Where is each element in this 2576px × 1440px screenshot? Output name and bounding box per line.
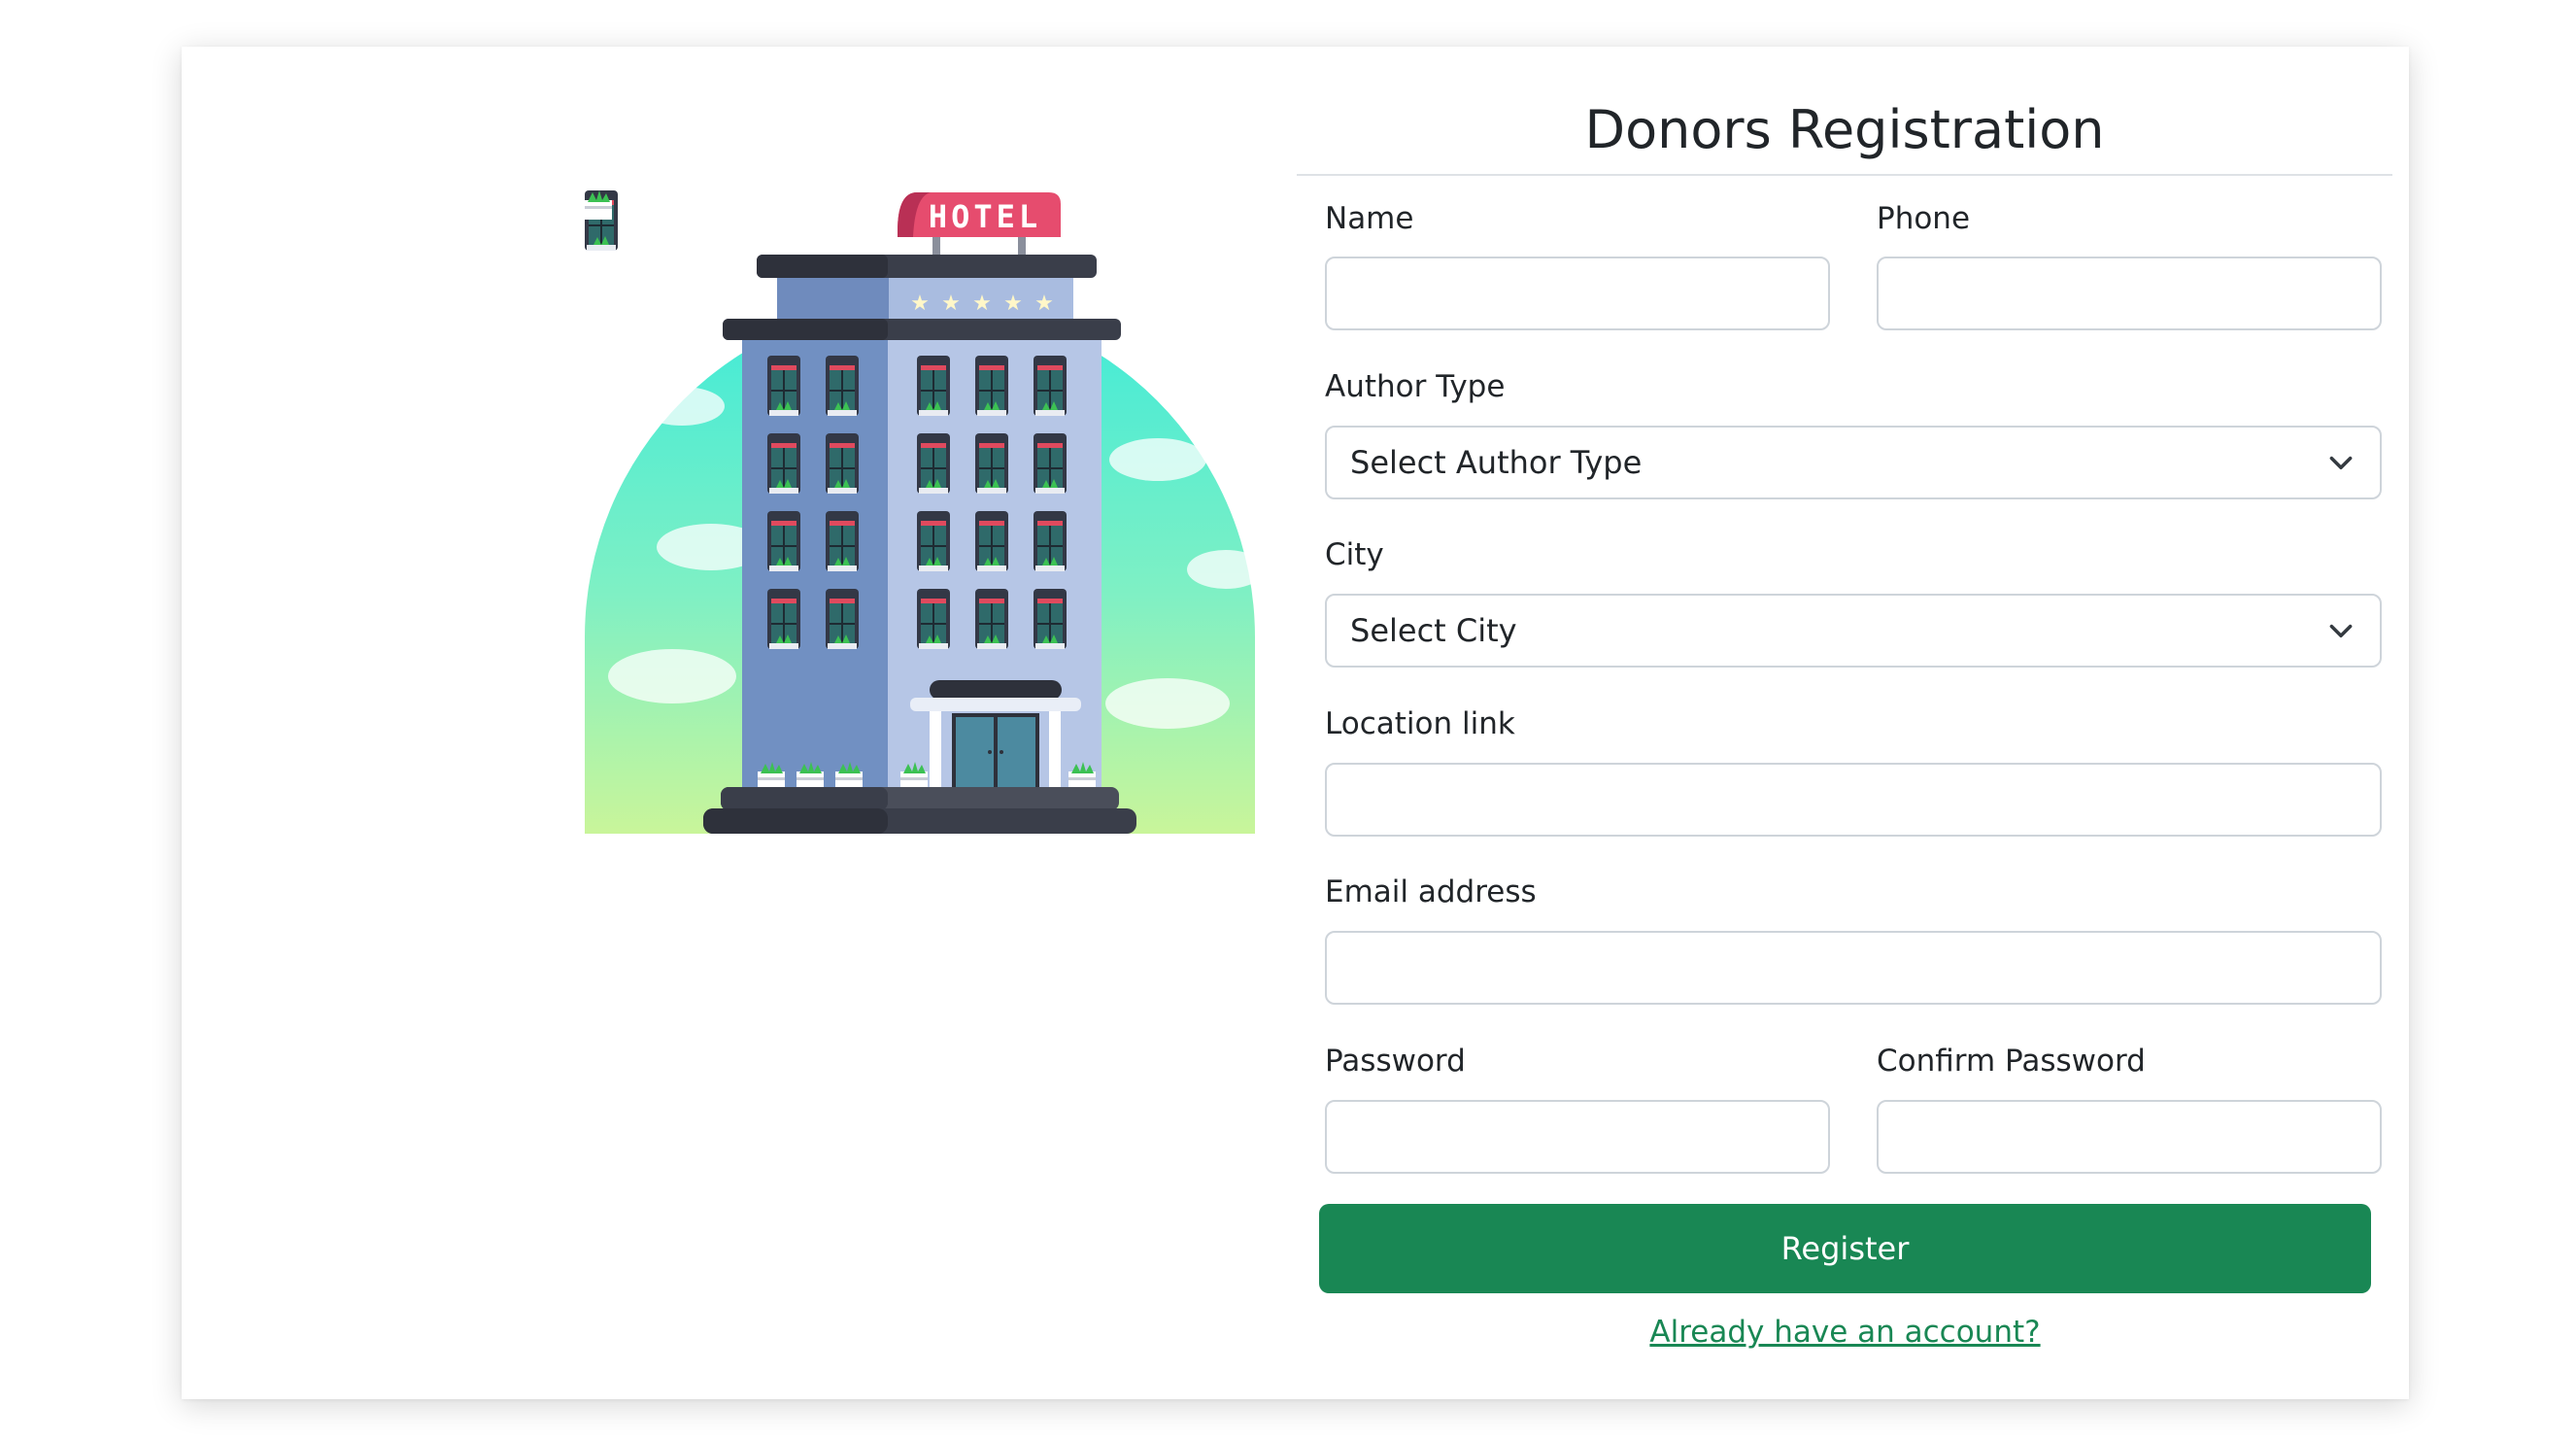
svg-text:★: ★: [910, 291, 930, 316]
name-label: Name: [1325, 201, 1414, 236]
author-type-label: Author Type: [1325, 369, 1506, 404]
email-input[interactable]: [1325, 931, 2382, 1005]
phone-input[interactable]: [1877, 257, 2382, 330]
title-divider: [1297, 174, 2392, 176]
confirm-password-input[interactable]: [1877, 1100, 2382, 1174]
author-type-selected: Select Author Type: [1350, 444, 1643, 481]
page-title: Donors Registration: [1584, 99, 2105, 160]
svg-text:★: ★: [941, 291, 961, 316]
svg-text:★: ★: [1034, 291, 1054, 316]
location-link-label: Location link: [1325, 706, 1515, 741]
city-select[interactable]: Select City: [1325, 594, 2382, 668]
svg-text:★: ★: [972, 291, 992, 316]
svg-text:★: ★: [1003, 291, 1023, 316]
hotel-illustration: HOTEL ★ ★ ★ ★ ★: [585, 190, 1255, 834]
registration-card: HOTEL ★ ★ ★ ★ ★: [182, 47, 2409, 1399]
city-label: City: [1325, 537, 1384, 572]
register-button[interactable]: Register: [1319, 1204, 2371, 1293]
password-label: Password: [1325, 1044, 1466, 1079]
chevron-down-icon: [2327, 617, 2355, 644]
hotel-entrance: [910, 680, 1081, 803]
hotel-sign-text: HOTEL: [929, 198, 1041, 235]
phone-label: Phone: [1877, 201, 1971, 236]
author-type-select[interactable]: Select Author Type: [1325, 426, 2382, 499]
password-input[interactable]: [1325, 1100, 1830, 1174]
name-input[interactable]: [1325, 257, 1830, 330]
login-link[interactable]: Already have an account?: [1319, 1312, 2371, 1353]
email-label: Email address: [1325, 874, 1537, 909]
city-selected: Select City: [1350, 612, 1517, 649]
confirm-password-label: Confirm Password: [1877, 1044, 2146, 1079]
chevron-down-icon: [2327, 449, 2355, 476]
location-link-input[interactable]: [1325, 763, 2382, 837]
hotel-sign: HOTEL: [898, 192, 1061, 257]
